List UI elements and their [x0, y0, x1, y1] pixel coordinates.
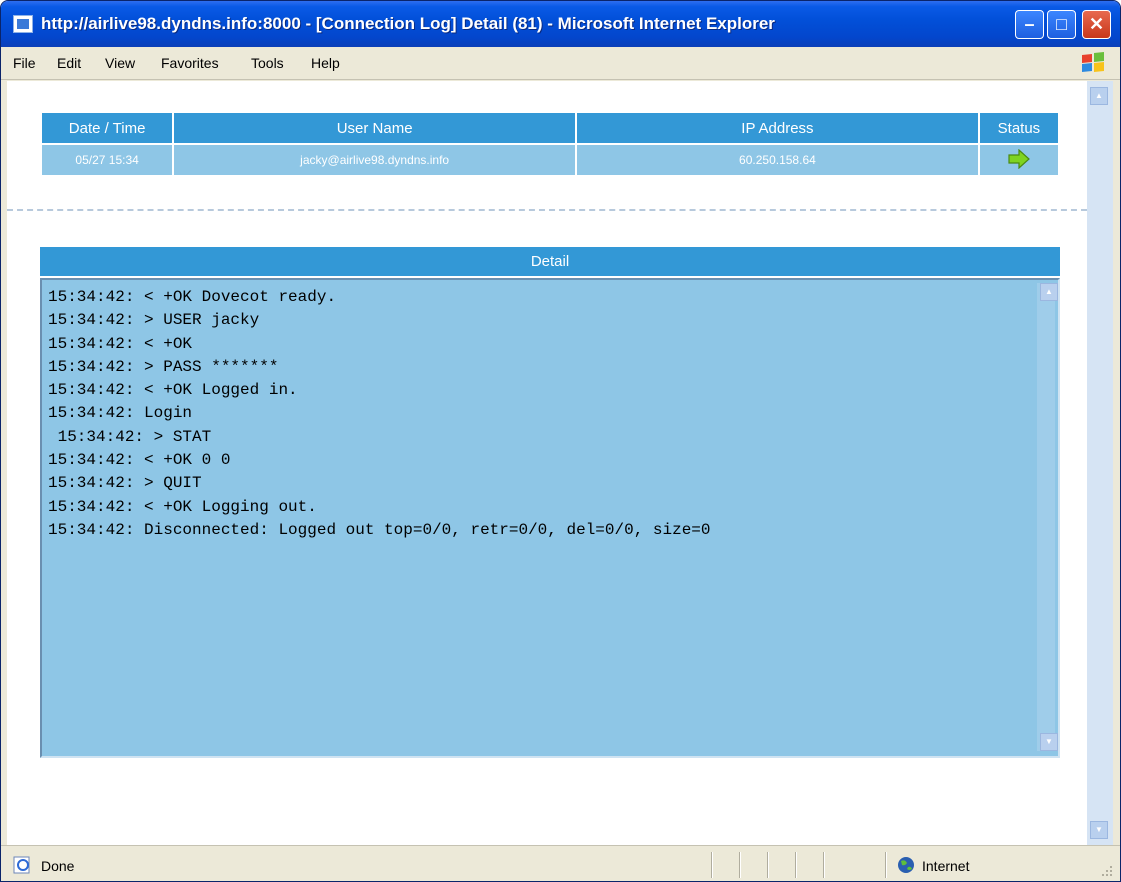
cell-status [979, 145, 1058, 175]
browser-window: http://airlive98.dyndns.info:8000 - [Con… [0, 0, 1121, 882]
log-line: 15:34:42: < +OK Logging out. [48, 497, 317, 516]
detail-scrollbar[interactable]: ▲ ▼ [1037, 283, 1058, 751]
page-scrollbar[interactable]: ▲ ▼ [1087, 81, 1113, 845]
page-scroll-down-icon[interactable]: ▼ [1090, 821, 1108, 839]
ie-page-done-icon [13, 856, 30, 874]
cell-datetime: 05/27 15:34 [42, 145, 173, 175]
log-line: 15:34:42: > STAT [48, 427, 212, 446]
title-bar[interactable]: http://airlive98.dyndns.info:8000 - [Con… [1, 1, 1120, 47]
internet-globe-icon [898, 857, 914, 873]
log-line: 15:34:42: < +OK 0 0 [48, 451, 231, 470]
log-line: 15:34:42: > USER jacky [48, 311, 260, 330]
status-bar: Done Internet [1, 845, 1120, 881]
menu-tools[interactable]: Tools [251, 55, 284, 71]
menu-view[interactable]: View [105, 55, 135, 71]
arrow-right-icon [1008, 148, 1030, 169]
log-line: 15:34:42: Disconnected: Logged out top=0… [48, 520, 711, 539]
col-ip: IP Address [577, 113, 978, 143]
scroll-up-icon[interactable]: ▲ [1040, 283, 1058, 301]
zone-text: Internet [922, 858, 970, 874]
status-separator [885, 852, 886, 878]
log-line: 15:34:42: Login [48, 404, 193, 423]
maximize-button[interactable]: □ [1047, 10, 1076, 39]
status-separator [739, 852, 740, 878]
col-user: User Name [174, 113, 576, 143]
status-text: Done [41, 858, 75, 874]
ie-page-icon [13, 15, 33, 33]
menu-edit[interactable]: Edit [57, 55, 81, 71]
close-button[interactable]: ✕ [1082, 10, 1111, 39]
menu-bar: File Edit View Favorites Tools Help [1, 47, 1120, 80]
cell-ip: 60.250.158.64 [577, 145, 978, 175]
windows-logo-icon [1082, 52, 1104, 72]
table-row: 05/27 15:34 jacky@airlive98.dyndns.info … [42, 145, 1058, 175]
log-line: 15:34:42: < +OK Dovecot ready. [48, 288, 337, 306]
log-line: 15:34:42: < +OK [48, 334, 193, 353]
status-separator [767, 852, 768, 878]
page-content: Date / Time User Name IP Address Status … [7, 81, 1087, 845]
log-line: 15:34:42: > QUIT [48, 474, 202, 493]
menu-favorites[interactable]: Favorites [161, 55, 219, 71]
cell-user: jacky@airlive98.dyndns.info [174, 145, 576, 175]
scroll-down-icon[interactable]: ▼ [1040, 733, 1058, 751]
status-separator [711, 852, 712, 878]
col-status: Status [979, 113, 1058, 143]
col-datetime: Date / Time [42, 113, 173, 143]
connection-table: Date / Time User Name IP Address Status … [40, 111, 1060, 177]
window-title: http://airlive98.dyndns.info:8000 - [Con… [41, 14, 775, 33]
detail-log-area[interactable]: 15:34:42: < +OK Dovecot ready. 15:34:42: … [40, 278, 1060, 758]
section-divider [7, 209, 1087, 211]
log-line: 15:34:42: > PASS ******* [48, 357, 279, 376]
status-separator [795, 852, 796, 878]
status-separator [823, 852, 824, 878]
menu-file[interactable]: File [13, 55, 36, 71]
resize-grip-icon[interactable] [1100, 864, 1114, 878]
menu-help[interactable]: Help [311, 55, 340, 71]
log-line: 15:34:42: < +OK Logged in. [48, 381, 298, 400]
minimize-button[interactable]: – [1015, 10, 1044, 39]
page-scroll-up-icon[interactable]: ▲ [1090, 87, 1108, 105]
log-text: 15:34:42: < +OK Dovecot ready. 15:34:42: … [48, 286, 1028, 542]
detail-header: Detail [40, 247, 1060, 276]
